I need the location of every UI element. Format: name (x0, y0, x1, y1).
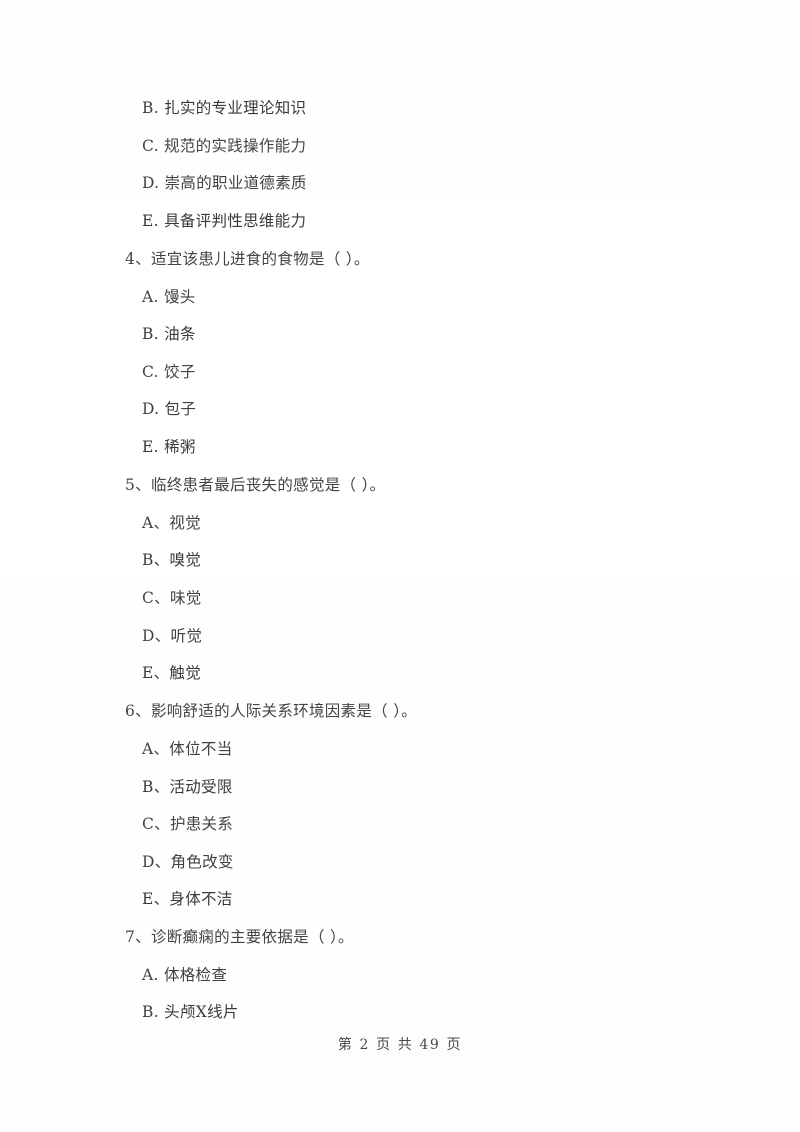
document-page: B. 扎实的专业理论知识 C. 规范的实践操作能力 D. 崇高的职业道德素质 E. 具… (0, 0, 800, 1132)
question-stem: 5、临终患者最后丧失的感觉是（ ）。 (125, 476, 386, 494)
answer-option: B. 扎实的专业理论知识 (142, 99, 307, 117)
question-stem: 6、影响舒适的人际关系环境因素是（ ）。 (125, 702, 418, 720)
answer-option: C. 规范的实践操作能力 (142, 137, 307, 155)
answer-option: A. 体格检查 (142, 966, 228, 984)
answer-option: C、味觉 (142, 589, 202, 607)
question-stem: 4、适宜该患儿进食的食物是（ ）。 (125, 250, 370, 268)
page-footer: 第 2 页 共 49 页 (0, 1034, 800, 1054)
answer-option: A、视觉 (142, 514, 201, 532)
question-stem: 7、诊断癫痫的主要依据是（ ）。 (125, 928, 354, 946)
answer-option: B、嗅觉 (142, 551, 202, 569)
answer-option: E、触觉 (142, 664, 202, 682)
answer-option: B、活动受限 (142, 778, 233, 796)
answer-option: E、身体不洁 (142, 890, 233, 908)
answer-option: D. 包子 (142, 400, 197, 418)
answer-option: E. 具备评判性思维能力 (142, 212, 307, 230)
answer-option: E. 稀粥 (142, 438, 196, 456)
answer-option: A. 馒头 (142, 288, 196, 306)
footer-text: 第 2 页 共 49 页 (337, 1037, 463, 1053)
answer-option: D、听觉 (142, 627, 203, 645)
answer-option: D、角色改变 (142, 853, 234, 871)
answer-option: C、护患关系 (142, 815, 234, 833)
answer-option: C. 饺子 (142, 363, 196, 381)
answer-option: B. 油条 (142, 325, 196, 343)
answer-option: A、体位不当 (142, 740, 233, 758)
answer-option: B. 头颅X线片 (142, 1003, 239, 1021)
answer-option: D. 崇高的职业道德素质 (142, 174, 307, 192)
